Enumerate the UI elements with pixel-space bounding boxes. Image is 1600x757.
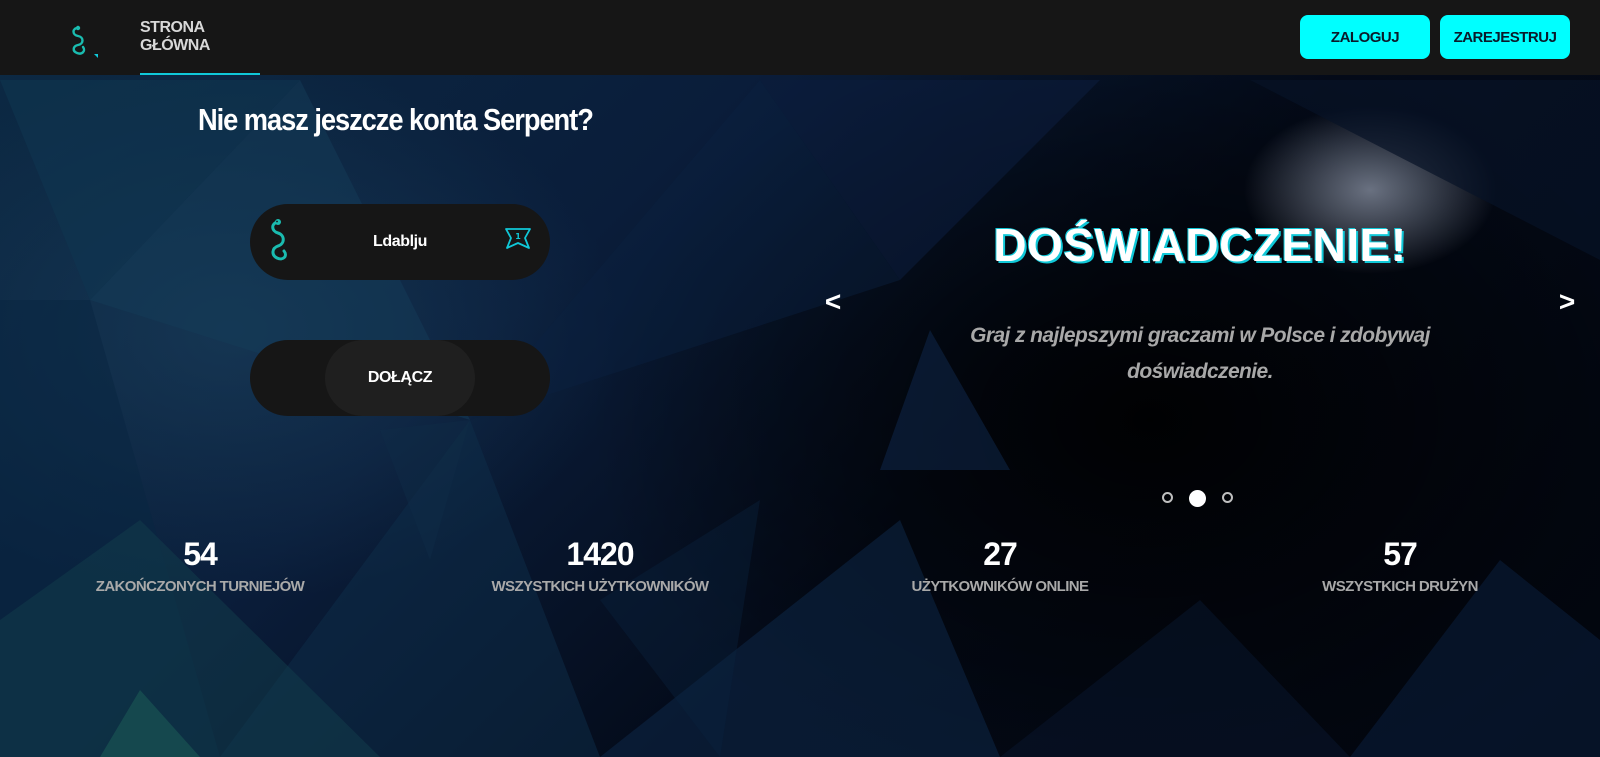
carousel-dot-2[interactable] bbox=[1189, 490, 1206, 507]
carousel-dot-3[interactable] bbox=[1222, 492, 1233, 503]
stat-users-online: 27 UŻYTKOWNIKÓW ONLINE bbox=[870, 534, 1130, 600]
carousel-next-button[interactable]: > bbox=[1552, 284, 1582, 320]
join-button[interactable]: DOŁĄCZ bbox=[325, 340, 475, 416]
stat-label: WSZYSTKICH DRUŻYN bbox=[1322, 578, 1478, 595]
svg-text:1: 1 bbox=[515, 232, 521, 241]
top-navigation-bar: STRONA GŁÓWNA ZALOGUJ ZAREJESTRUJ bbox=[0, 0, 1600, 75]
stat-label: UŻYTKOWNIKÓW ONLINE bbox=[911, 578, 1090, 595]
carousel-dot-1[interactable] bbox=[1162, 492, 1173, 503]
stat-label: ZAKOŃCZONYCH TURNIEJÓW bbox=[95, 578, 305, 595]
stat-value: 27 bbox=[983, 536, 1018, 572]
nav-home-link[interactable]: STRONA GŁÓWNA bbox=[140, 0, 260, 75]
stat-label: WSZYSTKICH UŻYTKOWNIKÓW bbox=[491, 578, 709, 595]
stat-value: 1420 bbox=[566, 536, 634, 572]
stat-all-teams: 57 WSZYSTKICH DRUŻYN bbox=[1270, 534, 1530, 600]
carousel-prev-button[interactable]: < bbox=[818, 284, 848, 320]
page: STRONA GŁÓWNA ZALOGUJ ZAREJESTRUJ Nie ma… bbox=[0, 0, 1600, 757]
register-button[interactable]: ZAREJESTRUJ bbox=[1440, 15, 1570, 59]
slide-title: DOŚWIADCZENIE! bbox=[993, 219, 1407, 271]
login-button[interactable]: ZALOGUJ bbox=[1300, 15, 1430, 59]
carousel-indicators bbox=[1160, 490, 1240, 508]
stat-value: 54 bbox=[183, 536, 218, 572]
snake-logo-icon[interactable] bbox=[64, 24, 100, 62]
join-pill-container: DOŁĄCZ bbox=[250, 340, 550, 416]
stat-all-users: 1420 WSZYSTKICH UŻYTKOWNIKÓW bbox=[470, 534, 730, 600]
stat-value: 57 bbox=[1383, 536, 1418, 572]
nav-home-label: STRONA GŁÓWNA bbox=[140, 18, 210, 54]
join-heading: Nie masz jeszcze konta Serpent? bbox=[198, 102, 594, 137]
slide-description: Graj z najlepszymi graczami w Polsce i z… bbox=[970, 324, 1430, 383]
user-preview-card: Ldablju 1 bbox=[250, 204, 550, 280]
rank-badge-icon: 1 bbox=[504, 226, 532, 250]
stat-finished-tournaments: 54 ZAKOŃCZONYCH TURNIEJÓW bbox=[70, 534, 330, 600]
